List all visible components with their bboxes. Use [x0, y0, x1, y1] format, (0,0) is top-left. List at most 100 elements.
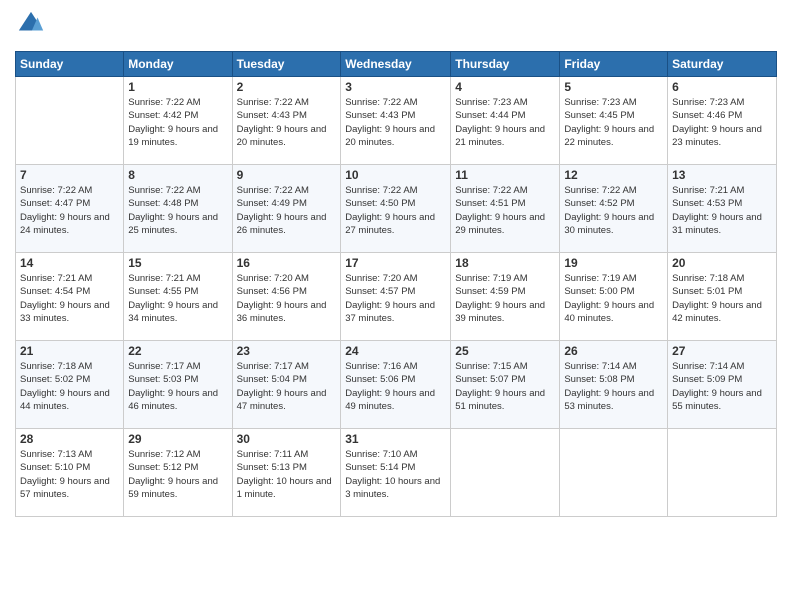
day-number: 7	[20, 168, 119, 182]
calendar-cell: 10 Sunrise: 7:22 AMSunset: 4:50 PMDayligh…	[341, 165, 451, 253]
day-number: 15	[128, 256, 227, 270]
calendar-cell: 28 Sunrise: 7:13 AMSunset: 5:10 PMDayligh…	[16, 429, 124, 517]
day-number: 3	[345, 80, 446, 94]
day-info: Sunrise: 7:13 AMSunset: 5:10 PMDaylight:…	[20, 448, 119, 501]
day-info: Sunrise: 7:14 AMSunset: 5:09 PMDaylight:…	[672, 360, 772, 413]
calendar-cell: 1 Sunrise: 7:22 AMSunset: 4:42 PMDaylight…	[124, 77, 232, 165]
calendar-header-thursday: Thursday	[451, 52, 560, 77]
calendar-cell	[560, 429, 668, 517]
calendar-cell: 24 Sunrise: 7:16 AMSunset: 5:06 PMDayligh…	[341, 341, 451, 429]
day-info: Sunrise: 7:21 AMSunset: 4:53 PMDaylight:…	[672, 184, 772, 237]
day-info: Sunrise: 7:21 AMSunset: 4:55 PMDaylight:…	[128, 272, 227, 325]
day-number: 6	[672, 80, 772, 94]
logo	[15, 10, 45, 43]
day-number: 8	[128, 168, 227, 182]
calendar-cell: 3 Sunrise: 7:22 AMSunset: 4:43 PMDaylight…	[341, 77, 451, 165]
calendar-cell: 19Sunrise: 7:19 AMSunset: 5:00 PMDayligh…	[560, 253, 668, 341]
calendar-header-row: SundayMondayTuesdayWednesdayThursdayFrid…	[16, 52, 777, 77]
day-info: Sunrise: 7:22 AMSunset: 4:47 PMDaylight:…	[20, 184, 119, 237]
calendar-cell: 26 Sunrise: 7:14 AMSunset: 5:08 PMDayligh…	[560, 341, 668, 429]
calendar-cell: 7 Sunrise: 7:22 AMSunset: 4:47 PMDaylight…	[16, 165, 124, 253]
day-info: Sunrise: 7:16 AMSunset: 5:06 PMDaylight:…	[345, 360, 446, 413]
day-info: Sunrise: 7:21 AMSunset: 4:54 PMDaylight:…	[20, 272, 119, 325]
calendar-week-5: 28 Sunrise: 7:13 AMSunset: 5:10 PMDayligh…	[16, 429, 777, 517]
calendar-cell: 27 Sunrise: 7:14 AMSunset: 5:09 PMDayligh…	[668, 341, 777, 429]
day-info: Sunrise: 7:20 AMSunset: 4:56 PMDaylight:…	[237, 272, 337, 325]
calendar-header-tuesday: Tuesday	[232, 52, 341, 77]
day-number: 26	[564, 344, 663, 358]
calendar-cell: 15 Sunrise: 7:21 AMSunset: 4:55 PMDayligh…	[124, 253, 232, 341]
calendar-cell: 29Sunrise: 7:12 AMSunset: 5:12 PMDayligh…	[124, 429, 232, 517]
calendar-header-saturday: Saturday	[668, 52, 777, 77]
calendar-cell: 22Sunrise: 7:17 AMSunset: 5:03 PMDayligh…	[124, 341, 232, 429]
day-number: 27	[672, 344, 772, 358]
calendar-cell: 31 Sunrise: 7:10 AMSunset: 5:14 PMDayligh…	[341, 429, 451, 517]
day-info: Sunrise: 7:18 AMSunset: 5:02 PMDaylight:…	[20, 360, 119, 413]
calendar-header-monday: Monday	[124, 52, 232, 77]
calendar-cell: 21 Sunrise: 7:18 AMSunset: 5:02 PMDayligh…	[16, 341, 124, 429]
day-info: Sunrise: 7:14 AMSunset: 5:08 PMDaylight:…	[564, 360, 663, 413]
day-number: 28	[20, 432, 119, 446]
day-info: Sunrise: 7:17 AMSunset: 5:04 PMDaylight:…	[237, 360, 337, 413]
day-number: 23	[237, 344, 337, 358]
day-number: 2	[237, 80, 337, 94]
day-info: Sunrise: 7:22 AMSunset: 4:51 PMDaylight:…	[455, 184, 555, 237]
day-info: Sunrise: 7:22 AMSunset: 4:43 PMDaylight:…	[237, 96, 337, 149]
calendar-week-1: 1 Sunrise: 7:22 AMSunset: 4:42 PMDaylight…	[16, 77, 777, 165]
calendar-cell: 14Sunrise: 7:21 AMSunset: 4:54 PMDayligh…	[16, 253, 124, 341]
calendar-cell	[451, 429, 560, 517]
calendar-week-3: 14Sunrise: 7:21 AMSunset: 4:54 PMDayligh…	[16, 253, 777, 341]
calendar-cell: 13 Sunrise: 7:21 AMSunset: 4:53 PMDayligh…	[668, 165, 777, 253]
calendar-cell: 12 Sunrise: 7:22 AMSunset: 4:52 PMDayligh…	[560, 165, 668, 253]
day-info: Sunrise: 7:22 AMSunset: 4:42 PMDaylight:…	[128, 96, 227, 149]
day-info: Sunrise: 7:22 AMSunset: 4:50 PMDaylight:…	[345, 184, 446, 237]
day-number: 1	[128, 80, 227, 94]
calendar-cell: 25Sunrise: 7:15 AMSunset: 5:07 PMDayligh…	[451, 341, 560, 429]
calendar-cell	[16, 77, 124, 165]
calendar-cell: 20Sunrise: 7:18 AMSunset: 5:01 PMDayligh…	[668, 253, 777, 341]
day-info: Sunrise: 7:19 AMSunset: 4:59 PMDaylight:…	[455, 272, 555, 325]
day-number: 11	[455, 168, 555, 182]
header	[15, 10, 777, 43]
day-number: 24	[345, 344, 446, 358]
day-number: 31	[345, 432, 446, 446]
calendar-cell: 5Sunrise: 7:23 AMSunset: 4:45 PMDaylight…	[560, 77, 668, 165]
calendar-cell: 2 Sunrise: 7:22 AMSunset: 4:43 PMDaylight…	[232, 77, 341, 165]
day-info: Sunrise: 7:18 AMSunset: 5:01 PMDaylight:…	[672, 272, 772, 325]
calendar-cell: 11 Sunrise: 7:22 AMSunset: 4:51 PMDayligh…	[451, 165, 560, 253]
calendar-cell: 8 Sunrise: 7:22 AMSunset: 4:48 PMDaylight…	[124, 165, 232, 253]
calendar-week-2: 7 Sunrise: 7:22 AMSunset: 4:47 PMDaylight…	[16, 165, 777, 253]
day-info: Sunrise: 7:22 AMSunset: 4:43 PMDaylight:…	[345, 96, 446, 149]
day-number: 22	[128, 344, 227, 358]
day-number: 30	[237, 432, 337, 446]
day-info: Sunrise: 7:22 AMSunset: 4:48 PMDaylight:…	[128, 184, 227, 237]
day-info: Sunrise: 7:20 AMSunset: 4:57 PMDaylight:…	[345, 272, 446, 325]
calendar-header-friday: Friday	[560, 52, 668, 77]
day-number: 25	[455, 344, 555, 358]
day-number: 18	[455, 256, 555, 270]
day-number: 12	[564, 168, 663, 182]
calendar-cell: 23 Sunrise: 7:17 AMSunset: 5:04 PMDayligh…	[232, 341, 341, 429]
day-number: 29	[128, 432, 227, 446]
day-number: 9	[237, 168, 337, 182]
day-info: Sunrise: 7:22 AMSunset: 4:52 PMDaylight:…	[564, 184, 663, 237]
day-number: 10	[345, 168, 446, 182]
day-number: 13	[672, 168, 772, 182]
day-info: Sunrise: 7:11 AMSunset: 5:13 PMDaylight:…	[237, 448, 337, 501]
day-info: Sunrise: 7:23 AMSunset: 4:44 PMDaylight:…	[455, 96, 555, 149]
calendar-header-wednesday: Wednesday	[341, 52, 451, 77]
calendar-cell: 30 Sunrise: 7:11 AMSunset: 5:13 PMDayligh…	[232, 429, 341, 517]
calendar-header-sunday: Sunday	[16, 52, 124, 77]
day-info: Sunrise: 7:10 AMSunset: 5:14 PMDaylight:…	[345, 448, 446, 501]
day-number: 19	[564, 256, 663, 270]
day-info: Sunrise: 7:22 AMSunset: 4:49 PMDaylight:…	[237, 184, 337, 237]
calendar-week-4: 21 Sunrise: 7:18 AMSunset: 5:02 PMDayligh…	[16, 341, 777, 429]
day-number: 21	[20, 344, 119, 358]
day-number: 16	[237, 256, 337, 270]
calendar-cell	[668, 429, 777, 517]
calendar-cell: 18 Sunrise: 7:19 AMSunset: 4:59 PMDayligh…	[451, 253, 560, 341]
day-number: 5	[564, 80, 663, 94]
calendar-cell: 9 Sunrise: 7:22 AMSunset: 4:49 PMDaylight…	[232, 165, 341, 253]
day-number: 17	[345, 256, 446, 270]
calendar-cell: 17 Sunrise: 7:20 AMSunset: 4:57 PMDayligh…	[341, 253, 451, 341]
